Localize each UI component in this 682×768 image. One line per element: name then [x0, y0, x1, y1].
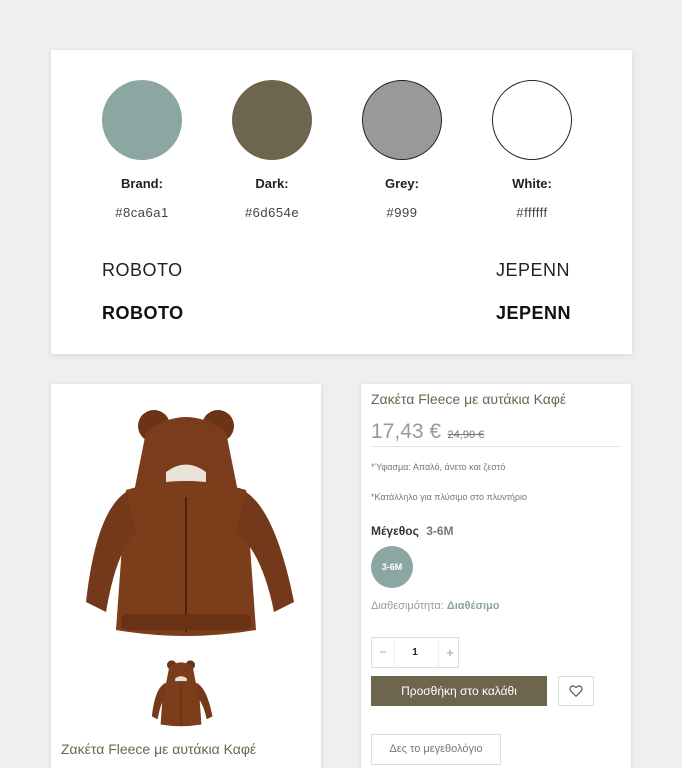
- dark-hex: #6d654e: [244, 205, 300, 220]
- roboto-light-sample: ROBOTO: [102, 260, 183, 280]
- price-row: 17,43 € 24,90 €: [371, 420, 621, 444]
- jacket-image: [86, 410, 294, 636]
- brand-label: Brand:: [121, 176, 163, 191]
- white-hex: #ffffff: [516, 205, 548, 220]
- feature-washable: *Κατάλληλο για πλύσιμο στο πλυντήριο: [371, 492, 528, 502]
- current-price: 17,43 €: [371, 420, 442, 443]
- grey-label: Grey:: [385, 176, 419, 191]
- jacket-thumb-image: [151, 660, 213, 727]
- heart-icon: [569, 685, 583, 698]
- roboto-bold-sample: ROBOTO: [102, 303, 184, 323]
- grey-swatch: [362, 80, 442, 160]
- product-image-card: Ζακέτα Fleece με αυτάκια Καφέ: [51, 384, 321, 768]
- size-guide-button[interactable]: Δες το μεγεθολόγιο: [371, 734, 501, 765]
- brand-hex: #8ca6a1: [115, 205, 169, 220]
- qty-plus-button[interactable]: +: [438, 638, 461, 667]
- size-label: Μέγεθος: [371, 524, 419, 538]
- size-row: Μέγεθος 3-6M: [371, 524, 454, 538]
- grey-hex: #999: [386, 205, 418, 220]
- old-price: 24,90 €: [447, 429, 485, 441]
- availability-value: Διαθέσιμο: [446, 600, 500, 612]
- white-label: White:: [512, 176, 552, 191]
- brand-swatch: [102, 80, 182, 160]
- product-title: Ζακέτα Fleece με αυτάκια Καφέ: [371, 391, 567, 407]
- feature-fabric: *Ύφασμα: Απαλό, άνετο και ζεστό: [371, 462, 506, 472]
- add-to-cart-button[interactable]: Προσθήκη στο καλάθι: [371, 676, 547, 706]
- dark-label: Dark:: [255, 176, 289, 191]
- jepenn-bold-sample: JEPENN: [496, 303, 572, 323]
- style-guide-card: Brand: Dark: Grey: White: #8ca6a1 #6d654…: [51, 50, 632, 354]
- thumbnail-image[interactable]: [146, 658, 216, 728]
- size-value: 3-6M: [426, 524, 454, 538]
- dark-swatch: [232, 80, 312, 160]
- qty-value[interactable]: 1: [394, 638, 436, 667]
- qty-minus-button[interactable]: −: [372, 638, 395, 667]
- jepenn-light-sample: JEPENN: [496, 260, 571, 280]
- wishlist-button[interactable]: [558, 676, 594, 706]
- size-option-button[interactable]: 3-6M: [371, 546, 413, 588]
- image-caption[interactable]: Ζακέτα Fleece με αυτάκια Καφέ: [61, 741, 256, 757]
- main-product-image[interactable]: [66, 402, 306, 642]
- quantity-stepper[interactable]: − 1 +: [371, 637, 459, 668]
- availability-row: Διαθεσιμότητα: Διαθέσιμο: [371, 600, 500, 612]
- price-divider: [371, 446, 621, 447]
- white-swatch: [492, 80, 572, 160]
- availability-label: Διαθεσιμότητα:: [371, 600, 444, 612]
- product-details-card: Ζακέτα Fleece με αυτάκια Καφέ 17,43 € 24…: [361, 384, 631, 768]
